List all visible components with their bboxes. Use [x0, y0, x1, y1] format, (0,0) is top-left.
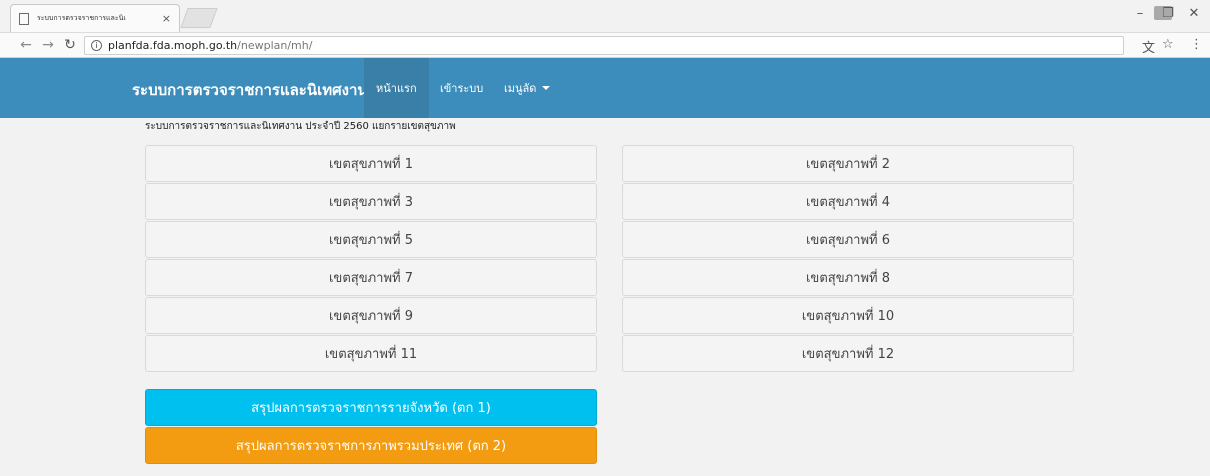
- tab-title: ระบบการตรวจราชการและนิเ: [37, 14, 126, 22]
- region-4-button[interactable]: เขตสุขภาพที่ 4: [622, 183, 1074, 220]
- url-path: /newplan/mh/: [237, 39, 313, 52]
- site-navbar: ระบบการตรวจราชการและนิเทศงาน หน้าแรก เข้…: [0, 58, 1210, 118]
- nav-home[interactable]: หน้าแรก: [364, 58, 429, 118]
- translate-icon[interactable]: 文: [1142, 37, 1155, 56]
- minimize-icon[interactable]: –: [1130, 6, 1150, 21]
- region-9-button[interactable]: เขตสุขภาพที่ 9: [145, 297, 597, 334]
- region-10-button[interactable]: เขตสุขภาพที่ 10: [622, 297, 1074, 334]
- doc-icon: [19, 12, 29, 25]
- restore-icon[interactable]: ❐: [1158, 6, 1178, 21]
- star-icon[interactable]: ☆: [1162, 37, 1174, 52]
- caret-down-icon: [542, 86, 551, 90]
- nav-login[interactable]: เข้าระบบ: [428, 58, 495, 118]
- summary-country-button[interactable]: สรุปผลการตรวจราชการภาพรวมประเทศ (ตก 2): [145, 427, 597, 464]
- site-brand[interactable]: ระบบการตรวจราชการและนิเทศงาน: [132, 78, 368, 102]
- info-icon[interactable]: i: [91, 40, 102, 51]
- menu-icon[interactable]: ⋮: [1190, 37, 1203, 52]
- region-7-button[interactable]: เขตสุขภาพที่ 7: [145, 259, 597, 296]
- forward-icon[interactable]: →: [40, 37, 56, 53]
- region-3-button[interactable]: เขตสุขภาพที่ 3: [145, 183, 597, 220]
- window-close-icon[interactable]: ✕: [1184, 6, 1204, 21]
- reload-icon[interactable]: ↻: [62, 37, 78, 53]
- region-2-button[interactable]: เขตสุขภาพที่ 2: [622, 145, 1074, 182]
- browser-toolbar: ← → ↻ i planfda.fda.moph.go.th /newplan/…: [0, 32, 1210, 58]
- nav-shortcuts[interactable]: เมนูลัด: [492, 58, 562, 118]
- region-1-button[interactable]: เขตสุขภาพที่ 1: [145, 145, 597, 182]
- browser-tabstrip: ระบบการตรวจราชการและนิเ × – ❐ ✕: [0, 0, 1210, 32]
- page-heading: ระบบการตรวจราชการและนิเทศงาน ประจำปี 256…: [145, 121, 456, 132]
- back-icon[interactable]: ←: [18, 37, 34, 53]
- browser-tab[interactable]: ระบบการตรวจราชการและนิเ ×: [10, 4, 180, 32]
- region-8-button[interactable]: เขตสุขภาพที่ 8: [622, 259, 1074, 296]
- address-bar[interactable]: i planfda.fda.moph.go.th /newplan/mh/: [84, 36, 1124, 55]
- nav-shortcuts-label: เมนูลัด: [504, 82, 537, 95]
- region-5-button[interactable]: เขตสุขภาพที่ 5: [145, 221, 597, 258]
- region-12-button[interactable]: เขตสุขภาพที่ 12: [622, 335, 1074, 372]
- url-host: planfda.fda.moph.go.th: [108, 39, 238, 52]
- new-tab-button[interactable]: [180, 8, 218, 28]
- region-11-button[interactable]: เขตสุขภาพที่ 11: [145, 335, 597, 372]
- close-tab-icon[interactable]: ×: [162, 12, 171, 25]
- region-6-button[interactable]: เขตสุขภาพที่ 6: [622, 221, 1074, 258]
- summary-province-button[interactable]: สรุปผลการตรวจราชการรายจังหวัด (ตก 1): [145, 389, 597, 426]
